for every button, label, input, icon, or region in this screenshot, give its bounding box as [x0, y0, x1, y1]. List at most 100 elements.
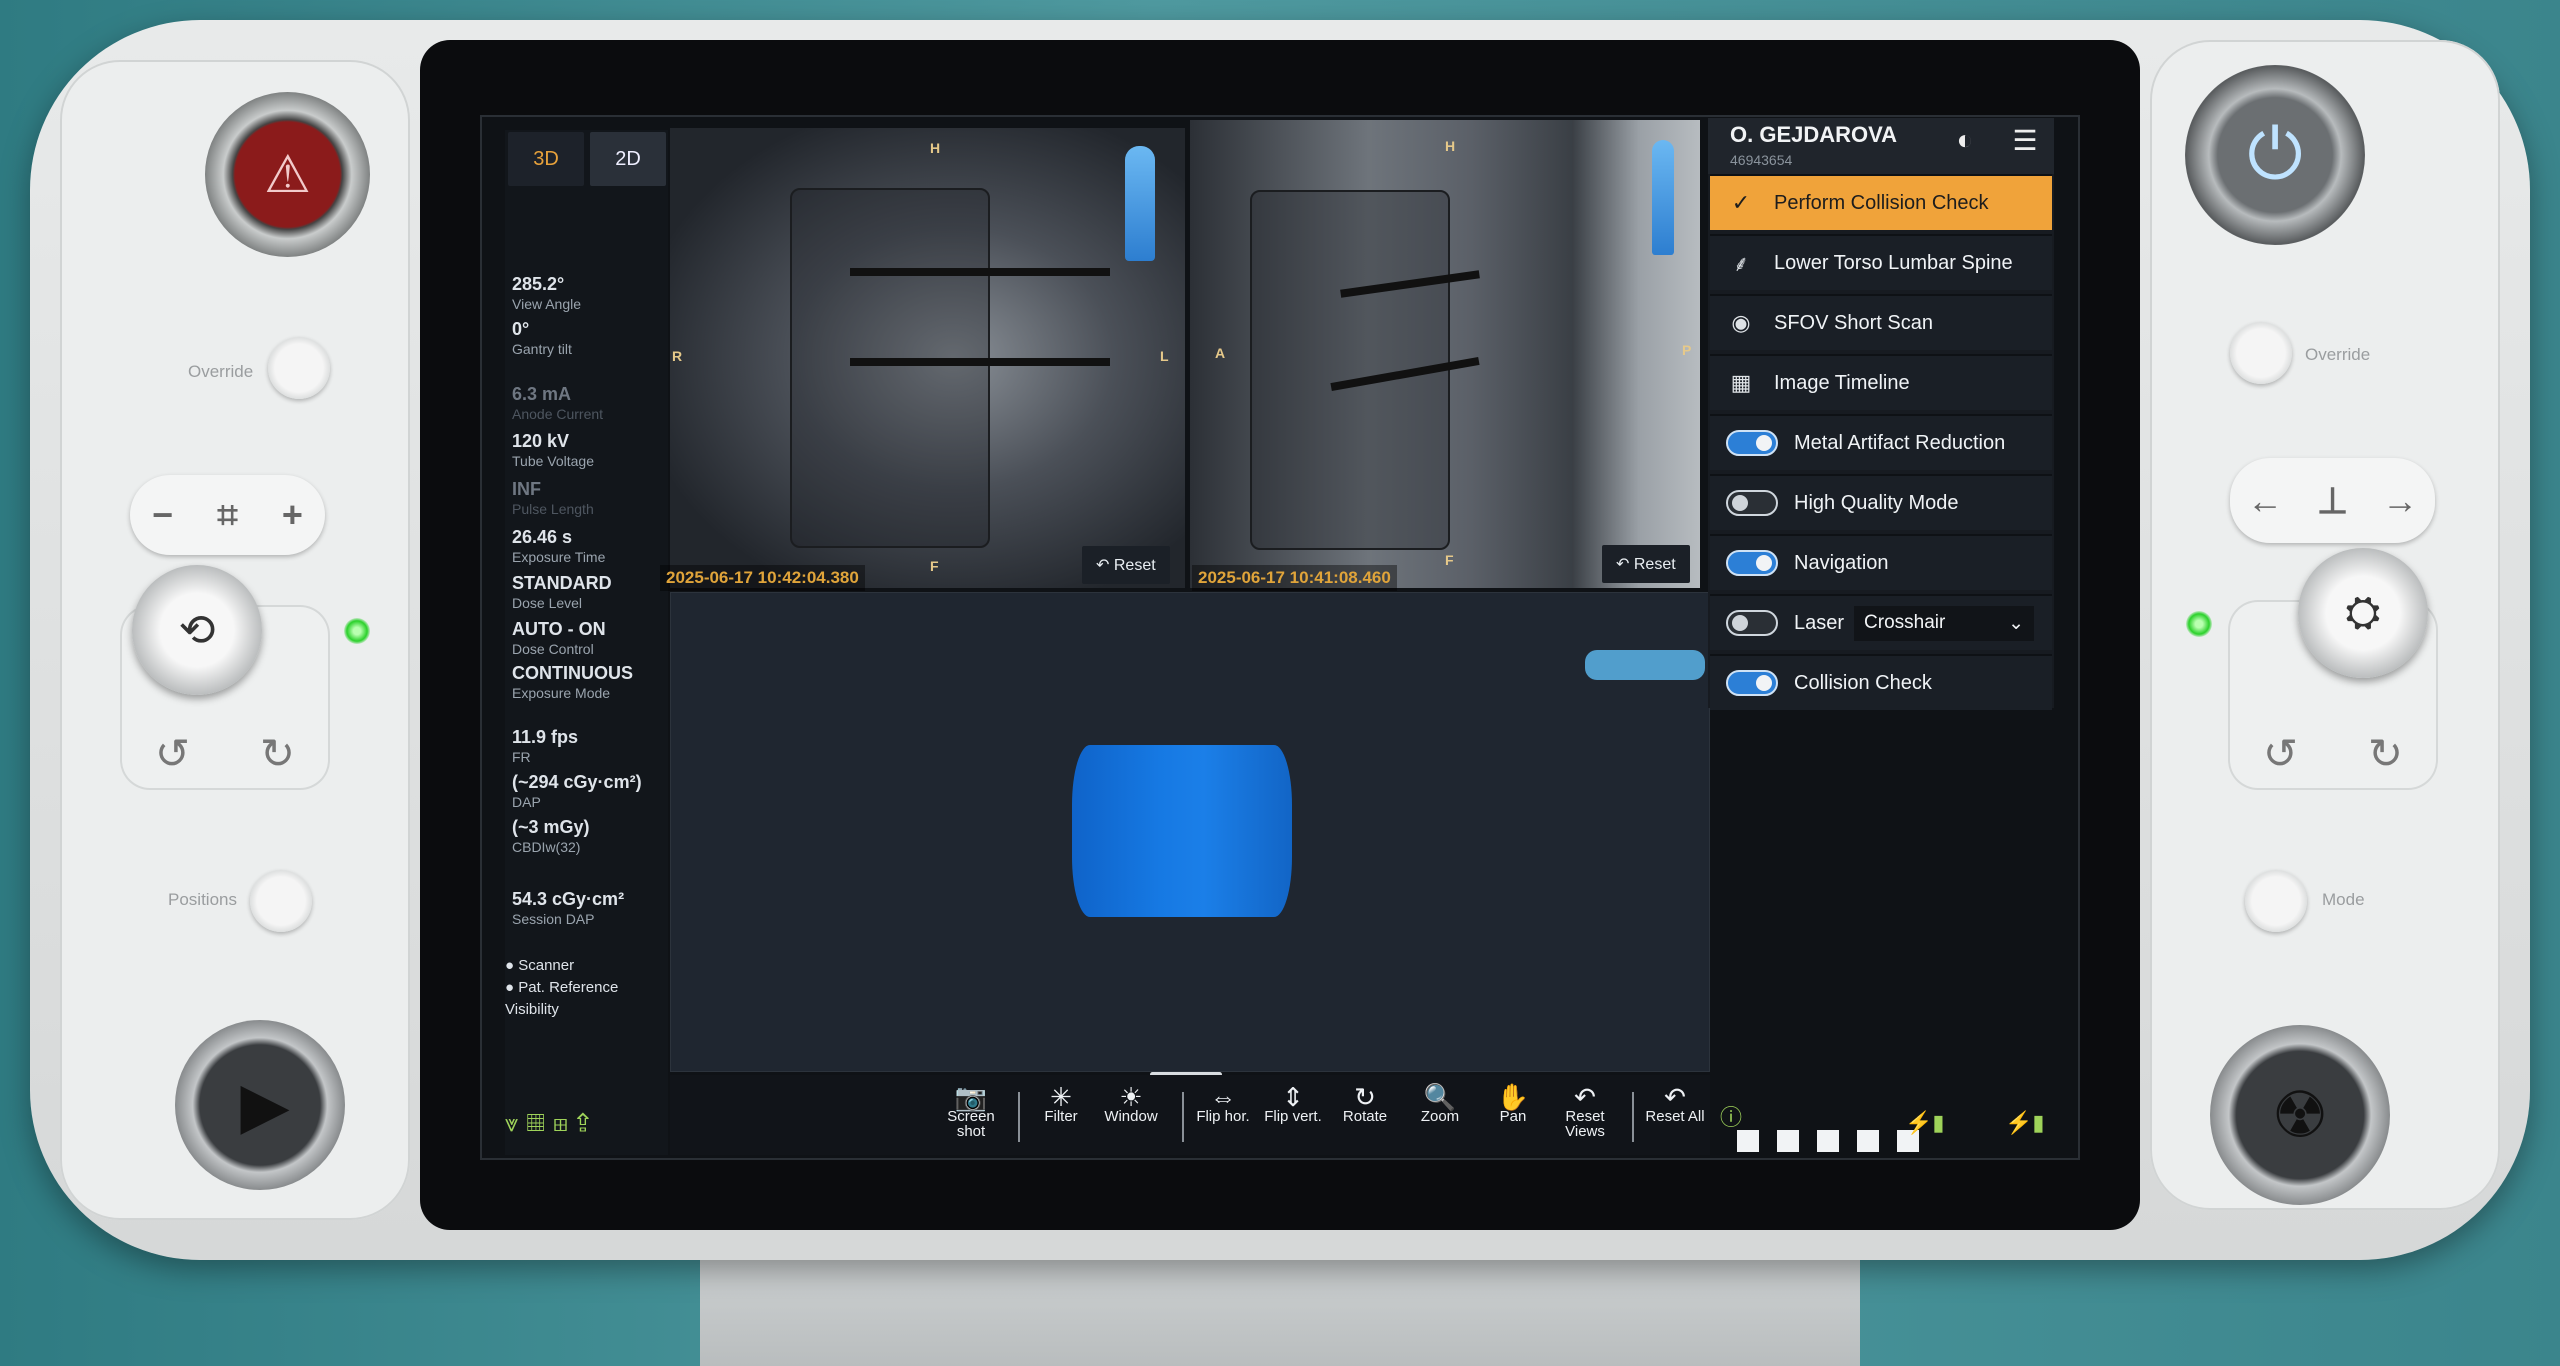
window-icon: ☀: [1119, 1082, 1143, 1112]
rotate-right-icon[interactable]: ↻: [260, 729, 295, 778]
menu-item-label: Image Timeline: [1774, 371, 1910, 394]
power-button[interactable]: ⏻: [2185, 65, 2365, 245]
toolbar-button[interactable]: ✋ Pan: [1478, 1082, 1548, 1125]
pan-icon: ✋: [1496, 1082, 1530, 1112]
toolbar-button-label: Reset All: [1645, 1108, 1705, 1125]
rotate-left-icon[interactable]: ↺: [2263, 729, 2298, 778]
visibility-item-scanner[interactable]: ● Scanner: [505, 955, 618, 977]
toggle-label: Navigation: [1794, 551, 1889, 574]
orientation-left: R: [672, 348, 683, 364]
plus-icon[interactable]: +: [282, 494, 303, 536]
toolbar-button[interactable]: ↶ Reset Views: [1550, 1084, 1620, 1139]
toolbar-button[interactable]: ⇕ Flip vert.: [1258, 1082, 1328, 1124]
toolbar-button[interactable]: 📷 Screen shot: [936, 1082, 1006, 1139]
arrow-left-icon[interactable]: ←: [2247, 480, 2283, 522]
menu-item[interactable]: ◉ SFOV Short Scan: [1710, 294, 2052, 350]
tilt-icon: ⊥: [2316, 479, 2349, 521]
parameter-value: 285.2°: [512, 274, 565, 294]
image-timestamp: 2025-06-17 10:41:08.460: [1192, 565, 1397, 591]
xray-button[interactable]: ☢: [2210, 1025, 2390, 1205]
xray-viewer-ap[interactable]: H R L F 2025-06-17 10:42:04.380 ↶ Reset: [660, 128, 1185, 591]
xray-viewer-lateral[interactable]: H A P F 2025-06-17 10:41:08.460 ↶ Reset: [1190, 120, 1700, 591]
toggle-label: Laser: [1794, 611, 1845, 634]
right-joystick-knob[interactable]: ⛭: [2298, 548, 2428, 678]
toolbar-button-label: Filter: [1044, 1108, 1078, 1125]
orientation-right: L: [1160, 348, 1169, 364]
parameter-item: 285.2° View Angle: [512, 275, 581, 313]
parameter-label: Tube Voltage: [512, 453, 594, 469]
positions-button[interactable]: [250, 870, 312, 932]
parameter-label: CBDIw(32): [512, 839, 581, 855]
parameter-item: (~294 cGy·cm²) DAP: [512, 773, 642, 811]
arrow-right-icon[interactable]: →: [2382, 480, 2418, 522]
right-override-button[interactable]: [2230, 322, 2292, 384]
orientation-right: P: [1682, 342, 1692, 358]
mode-button[interactable]: [2245, 870, 2307, 932]
rotate-left-icon[interactable]: ↺: [155, 729, 190, 778]
parameter-label: Pulse Length: [512, 501, 594, 517]
left-override-button[interactable]: [268, 337, 330, 399]
info-icon[interactable]: ⓘ: [1720, 1100, 1742, 1132]
menu-item[interactable]: ▦ Image Timeline: [1710, 354, 2052, 410]
radiation-icon: ☢: [2271, 1078, 2329, 1151]
implant-rod: [850, 268, 1110, 276]
toggle-switch[interactable]: [1726, 490, 1778, 516]
spine-icon: ⸙: [1732, 251, 1750, 276]
tab-3d[interactable]: 3D: [508, 132, 584, 186]
menu-item-label: SFOV Short Scan: [1774, 311, 1933, 334]
toolbar-button[interactable]: ↻ Rotate: [1330, 1084, 1400, 1125]
toggle-row: Metal Artifact Reduction: [1710, 414, 2052, 470]
left-joystick-knob[interactable]: ⟲: [132, 565, 262, 695]
toolbar-button[interactable]: ↶ Reset All: [1640, 1084, 1710, 1125]
menu-item-label: Perform Collision Check: [1774, 191, 1989, 214]
parameter-item: INF Pulse Length: [512, 480, 594, 518]
parameter-item: 11.9 fps FR: [512, 728, 578, 766]
device-stand: [700, 1245, 1860, 1366]
laser-mode-value: Crosshair: [1864, 611, 1946, 633]
zoom-pill[interactable]: − ⌗ +: [130, 475, 325, 555]
camera-icon: 📷: [954, 1082, 988, 1112]
toolbar-button[interactable]: ✳ Filter: [1026, 1084, 1096, 1125]
parameter-value: 11.9 fps: [512, 727, 579, 747]
reset-view-button[interactable]: ↶ Reset: [1602, 545, 1690, 583]
status-bar-right: ⓘ ⚡▮ ⚡▮: [1715, 1100, 2055, 1155]
reset-view-button[interactable]: ↶ Reset: [1082, 546, 1170, 584]
laser-mode-select[interactable]: Crosshair ⌄: [1854, 605, 2035, 641]
toggle-label: Collision Check: [1794, 671, 1932, 694]
zoom-icon: 🔍: [1423, 1082, 1457, 1112]
toolbar-button[interactable]: ⇔ Flip hor.: [1188, 1084, 1258, 1124]
play-button[interactable]: ▶: [175, 1020, 345, 1190]
parameter-value: AUTO - ON: [512, 619, 606, 639]
parameter-label: Dose Control: [512, 641, 594, 657]
export-icon: ⇪: [576, 1110, 598, 1137]
toolbar-button-label: Rotate: [1342, 1108, 1388, 1125]
field-icon: ⌗: [217, 493, 238, 535]
tilt-pill[interactable]: ← ⊥ →: [2230, 458, 2435, 543]
scan-volume-cylinder: [1072, 745, 1292, 917]
toggle-row: Navigation: [1710, 534, 2052, 590]
emergency-stop-button[interactable]: ⚠: [205, 92, 370, 257]
visibility-item-pat-reference[interactable]: ● Pat. Reference: [505, 977, 618, 999]
toggle-switch[interactable]: [1726, 610, 1778, 636]
minus-icon[interactable]: −: [152, 494, 173, 536]
menu-icon[interactable]: ☰: [2005, 120, 2045, 160]
power-icon: ⏻: [2247, 115, 2303, 193]
menu-item[interactable]: ⸙ Lower Torso Lumbar Spine: [1710, 234, 2052, 290]
toolbar-button-label: Pan: [1499, 1108, 1527, 1125]
flip-vertical-icon: ⇕: [1282, 1082, 1304, 1112]
toggle-switch[interactable]: [1726, 430, 1778, 456]
toolbar-button[interactable]: 🔍 Zoom: [1405, 1082, 1475, 1124]
mode-label: Mode: [2322, 890, 2365, 909]
rotate-right-icon[interactable]: ↻: [2368, 729, 2403, 778]
parameter-label: Session DAP: [512, 911, 595, 927]
body-orientation-figure: [1125, 146, 1155, 261]
menu-item[interactable]: ✓ Perform Collision Check: [1710, 174, 2052, 230]
contrast-icon[interactable]: ◐: [1945, 120, 1985, 160]
slot-indicator: [1737, 1130, 1759, 1152]
toolbar-button[interactable]: ☀ Window: [1096, 1082, 1166, 1124]
tab-2d[interactable]: 2D: [590, 132, 666, 186]
play-icon: ▶: [240, 1068, 290, 1141]
toggle-switch[interactable]: [1726, 550, 1778, 576]
toggle-switch[interactable]: [1726, 670, 1778, 696]
slot-indicator: [1777, 1130, 1799, 1152]
